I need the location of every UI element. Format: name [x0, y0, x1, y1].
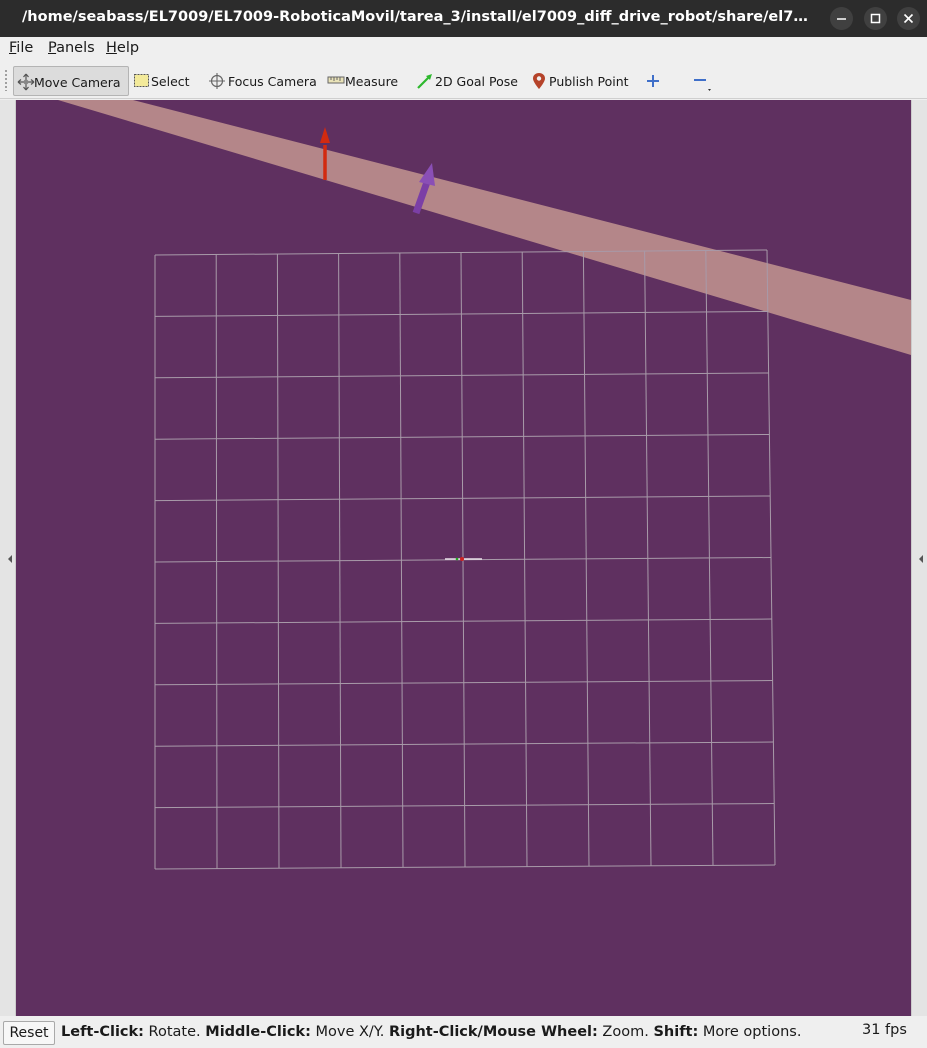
tools-toolbar: Move Camera Select Focus Camera Measure …	[0, 61, 927, 99]
map-pin-icon	[533, 73, 545, 89]
maximize-icon	[870, 13, 881, 24]
hint-right-click-val: Zoom.	[597, 1024, 654, 1040]
goal-pose-label: 2D Goal Pose	[435, 74, 518, 89]
status-bar: Reset Left-Click: Rotate. Middle-Click: …	[0, 1016, 927, 1048]
focus-camera-label: Focus Camera	[228, 74, 317, 89]
hint-left-click-key: Left-Click:	[61, 1024, 144, 1040]
minus-icon	[694, 79, 711, 91]
3d-viewport[interactable]	[16, 100, 911, 1016]
2d-goal-pose-tool[interactable]: 2D Goal Pose	[414, 66, 518, 96]
maximize-button[interactable]	[864, 7, 887, 30]
minimize-icon	[837, 18, 846, 20]
measure-label: Measure	[345, 74, 399, 89]
goal-arrow-icon	[417, 74, 432, 89]
menu-help[interactable]: Help	[106, 40, 139, 56]
publish-point-label: Publish Point	[549, 74, 629, 89]
menu-panels[interactable]: Panels	[48, 40, 95, 56]
camera-hint: Left-Click: Rotate. Middle-Click: Move X…	[61, 1024, 801, 1040]
chevron-right-icon	[919, 555, 923, 563]
close-button[interactable]	[897, 7, 920, 30]
move-camera-icon	[17, 73, 35, 91]
add-tool-button[interactable]	[643, 66, 663, 96]
hint-shift-val: More options.	[698, 1024, 802, 1040]
close-icon	[903, 13, 914, 24]
menu-panels-accel: P	[48, 40, 57, 56]
title-bar: /home/seabass/EL7009/EL7009-RoboticaMovi…	[0, 0, 927, 37]
select-tool[interactable]: Select	[131, 66, 197, 96]
remove-tool-button[interactable]	[690, 66, 718, 96]
select-icon	[134, 74, 149, 87]
window-title: /home/seabass/EL7009/EL7009-RoboticaMovi…	[22, 9, 812, 25]
hint-shift-key: Shift:	[653, 1024, 699, 1040]
render-scene	[16, 100, 911, 1016]
minimize-button[interactable]	[830, 7, 853, 30]
menu-bar: File Panels Help	[0, 37, 927, 61]
hint-middle-click-key: Middle-Click:	[205, 1024, 311, 1040]
select-label: Select	[151, 74, 190, 89]
menu-help-accel: H	[106, 40, 117, 56]
fps-readout: 31 fps	[862, 1022, 907, 1038]
left-panel-toggle[interactable]	[0, 100, 16, 1016]
hint-right-click-key: Right-Click/Mouse Wheel:	[388, 1024, 598, 1040]
menu-panels-label: anels	[56, 40, 95, 56]
hint-middle-click-val: Move X/Y.	[310, 1024, 389, 1040]
plus-icon	[647, 75, 659, 87]
focus-camera-icon	[209, 73, 225, 89]
move-camera-tool[interactable]: Move Camera	[13, 66, 129, 96]
focus-camera-tool[interactable]: Focus Camera	[206, 66, 318, 96]
right-panel-toggle[interactable]	[911, 100, 927, 1016]
toolbar-grip[interactable]	[4, 69, 8, 91]
reset-button[interactable]: Reset	[3, 1021, 55, 1045]
menu-file-label: ile	[16, 40, 34, 56]
measure-tool[interactable]: Measure	[325, 66, 409, 96]
hint-left-click-val: Rotate.	[143, 1024, 206, 1040]
move-camera-label: Move Camera	[34, 75, 121, 90]
publish-point-tool[interactable]: Publish Point	[529, 66, 629, 96]
menu-help-label: elp	[116, 40, 140, 56]
ruler-icon	[327, 76, 345, 84]
menu-file[interactable]: File	[9, 40, 33, 56]
